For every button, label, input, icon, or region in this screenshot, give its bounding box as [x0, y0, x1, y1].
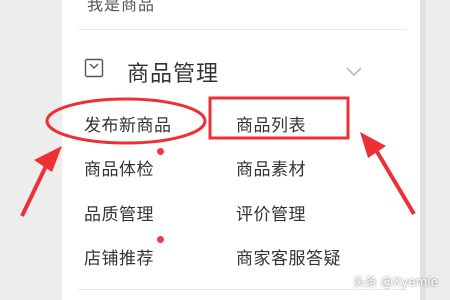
watermark: 头条 @Xyemie: [353, 275, 438, 289]
menu-item-list[interactable]: 商品列表: [236, 111, 306, 136]
menu-item-service[interactable]: 商家客服答疑: [236, 244, 341, 269]
menu-item-publish[interactable]: 发布新商品: [84, 111, 172, 136]
chevron-down-icon[interactable]: [345, 66, 363, 78]
menu-item-recommend[interactable]: 店铺推荐: [84, 244, 154, 269]
previous-section-label: 我是商品: [87, 0, 156, 14]
menu-item-quality[interactable]: 品质管理: [84, 200, 154, 225]
left-background: [0, 0, 62, 300]
section-title[interactable]: 商品管理: [127, 56, 219, 88]
menu-item-material[interactable]: 商品素材: [236, 155, 306, 180]
right-background: [420, 0, 450, 300]
notification-dot: [157, 236, 164, 243]
notification-dot: [157, 148, 164, 155]
menu-item-check[interactable]: 商品体检: [84, 155, 154, 180]
box-icon: [84, 58, 104, 78]
section-divider: [78, 29, 406, 30]
menu-item-review[interactable]: 评价管理: [236, 200, 306, 225]
